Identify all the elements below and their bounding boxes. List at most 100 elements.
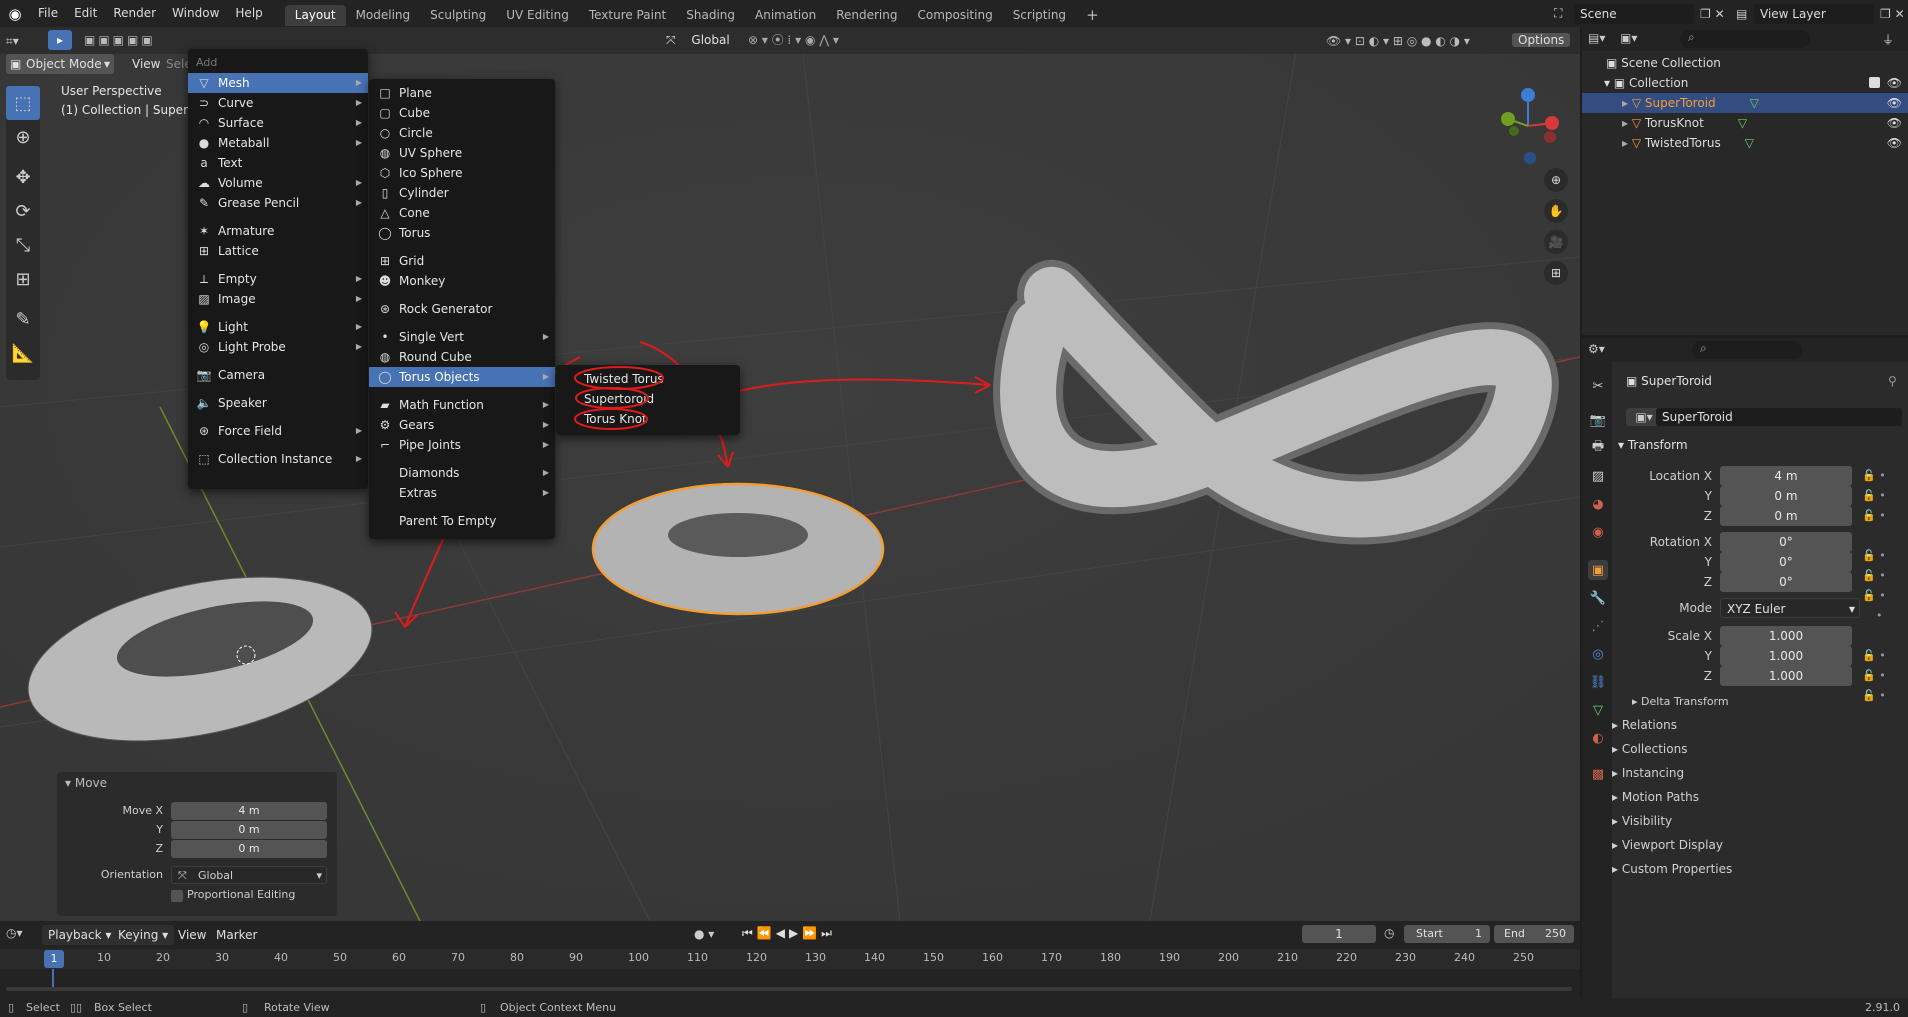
add-curve[interactable]: ⊃ Curve ▶ <box>188 93 368 113</box>
filter-icon[interactable]: ⏚ <box>1882 31 1894 48</box>
mesh-gears[interactable]: ⚙ Gears ▶ <box>369 415 555 435</box>
timeline-view-menu[interactable]: View <box>172 925 212 945</box>
timeline-marker-menu[interactable]: Marker <box>210 925 263 945</box>
new-view-layer-icon[interactable]: ❐ ✕ <box>1874 7 1908 21</box>
new-scene-icon[interactable]: ❐ ✕ <box>1694 7 1728 21</box>
add-light[interactable]: 💡 Light ▶ <box>188 317 368 337</box>
tab-layout[interactable]: Layout <box>284 4 346 26</box>
mesh-pipe-joints[interactable]: ⌐ Pipe Joints ▶ <box>369 435 555 455</box>
properties-search-input[interactable]: ⌕ <box>1692 341 1802 359</box>
frame-ruler[interactable]: 1 10 20 30 40 50 60 70 80 90 100 110 120 130 140 150 16… <box>0 949 1580 969</box>
rotation-y-field[interactable]: 0° <box>1720 552 1852 572</box>
tab-sculpting[interactable]: Sculpting <box>420 5 496 26</box>
mesh-cube[interactable]: ▢ Cube <box>369 103 555 123</box>
move-x-field[interactable]: 4 m <box>171 802 327 820</box>
constraints-tab-icon[interactable]: ⛓ <box>1588 672 1608 692</box>
menu-help[interactable]: Help <box>227 0 270 27</box>
select-tool-icon[interactable]: ▸ <box>48 30 72 50</box>
material-tab-icon[interactable]: ◐ <box>1588 728 1608 748</box>
measure-icon[interactable]: 📐 <box>6 336 40 370</box>
view-layer-field[interactable]: View Layer <box>1754 3 1874 24</box>
add-collection-instance[interactable]: ⬚ Collection Instance ▶ <box>188 449 368 469</box>
section-relations[interactable]: ▸ Relations <box>1612 718 1677 732</box>
camera-view-icon[interactable]: 🎥 <box>1544 230 1568 254</box>
transform-orientation[interactable]: ⤧ Global <box>660 30 742 50</box>
add-grease-pencil[interactable]: ✎ Grease Pencil ▶ <box>188 193 368 213</box>
render-tab-icon[interactable]: 📷 <box>1588 410 1608 430</box>
section-collections[interactable]: ▸ Collections <box>1612 742 1687 756</box>
blender-logo-icon[interactable]: ◉ <box>0 5 30 23</box>
timeline-type-icon[interactable]: ◷▾ <box>6 926 23 940</box>
mesh-cone[interactable]: △ Cone <box>369 203 555 223</box>
scale-x-field[interactable]: 1.000 <box>1720 626 1852 646</box>
section-motion-paths[interactable]: ▸ Motion Paths <box>1612 790 1699 804</box>
scene-tab-icon[interactable]: ◕ <box>1588 494 1608 514</box>
menu-window[interactable]: Window <box>164 0 227 27</box>
location-y-field[interactable]: 0 m <box>1720 486 1852 506</box>
menu-file[interactable]: File <box>30 0 66 27</box>
add-metaball[interactable]: ● Metaball ▶ <box>188 133 368 153</box>
location-x-field[interactable]: 4 m <box>1720 466 1852 486</box>
tab-uv-editing[interactable]: UV Editing <box>496 5 579 26</box>
move-y-field[interactable]: 0 m <box>171 821 327 839</box>
start-frame-field[interactable]: Start 1 <box>1404 925 1490 943</box>
outliner-item-torusknot[interactable]: ▸ ▽ TorusKnot ▽ 👁 <box>1582 113 1908 133</box>
world-tab-icon[interactable]: ◉ <box>1588 522 1608 542</box>
move-icon[interactable]: ✥ <box>6 160 40 194</box>
overlay-shading-icons[interactable]: 👁 ▾ ⊡ ◐ ▾ ⊞ ◎ ● ◐ ◑ ▾ <box>1326 31 1506 51</box>
editor-type-icon[interactable]: ⌗▾ <box>6 31 42 51</box>
mode-dropdown[interactable]: ▣ Object Mode ▾ <box>6 54 114 74</box>
view-layer-tab-icon[interactable]: ▨ <box>1588 466 1608 486</box>
collection-row[interactable]: ▾ ▣ Collection 👁 <box>1582 73 1908 93</box>
mesh-cylinder[interactable]: ▯ Cylinder <box>369 183 555 203</box>
proportional-checkbox[interactable] <box>171 890 183 902</box>
delta-transform-panel[interactable]: ▸ Delta Transform <box>1632 695 1729 708</box>
tab-modeling[interactable]: Modeling <box>346 5 421 26</box>
mesh-torus-objects[interactable]: ◯ Torus Objects ▶ <box>369 367 555 387</box>
playback-menu[interactable]: Playback ▾ <box>42 925 118 945</box>
add-armature[interactable]: ✶ Armature <box>188 221 368 241</box>
rotation-z-field[interactable]: 0° <box>1720 572 1852 592</box>
location-z-field[interactable]: 0 m <box>1720 506 1852 526</box>
add-surface[interactable]: ◠ Surface ▶ <box>188 113 368 133</box>
record-icon[interactable]: ● ▾ <box>694 927 714 941</box>
add-lattice[interactable]: ⊞ Lattice <box>188 241 368 261</box>
mesh-torus[interactable]: ◯ Torus <box>369 223 555 243</box>
outliner-item-twistedtorus[interactable]: ▸ ▽ TwistedTorus ▽ 👁 <box>1582 133 1908 153</box>
add-force-field[interactable]: ⊛ Force Field ▶ <box>188 421 368 441</box>
move-z-field[interactable]: 0 m <box>171 840 327 858</box>
rotation-x-field[interactable]: 0° <box>1720 532 1852 552</box>
add-mesh[interactable]: ▽ Mesh ▶ <box>188 73 368 93</box>
pan-hand-icon[interactable]: ✋ <box>1544 199 1568 223</box>
tab-animation[interactable]: Animation <box>745 5 826 26</box>
tab-shading[interactable]: Shading <box>676 5 745 26</box>
mesh-extras[interactable]: Extras ▶ <box>369 483 555 503</box>
output-tab-icon[interactable]: 🖶 <box>1588 438 1608 458</box>
ortho-grid-icon[interactable]: ⊞ <box>1544 261 1568 285</box>
tab-rendering[interactable]: Rendering <box>826 5 907 26</box>
mesh-parent-to-empty[interactable]: Parent To Empty <box>369 511 555 531</box>
add-workspace-icon[interactable]: + <box>1076 5 1109 26</box>
playhead[interactable]: 1 <box>44 950 64 968</box>
mesh-math-function[interactable]: ▰ Math Function ▶ <box>369 395 555 415</box>
texture-tab-icon[interactable]: ▩ <box>1588 764 1608 784</box>
add-text[interactable]: a Text <box>188 153 368 173</box>
mesh-plane[interactable]: □ Plane <box>369 83 555 103</box>
section-instancing[interactable]: ▸ Instancing <box>1612 766 1684 780</box>
mesh-grid[interactable]: ⊞ Grid <box>369 251 555 271</box>
select-mode-icons[interactable]: ▣▣▣▣▣ <box>84 30 176 50</box>
mesh-rock-generator[interactable]: ⊛ Rock Generator <box>369 299 555 319</box>
scene-collection-row[interactable]: ▣ Scene Collection <box>1582 53 1908 73</box>
section-visibility[interactable]: ▸ Visibility <box>1612 814 1672 828</box>
add-camera[interactable]: 📷 Camera <box>188 365 368 385</box>
add-empty[interactable]: ⟂ Empty ▶ <box>188 269 368 289</box>
rotation-mode-dropdown[interactable]: XYZ Euler ▾ <box>1720 598 1860 618</box>
timeline-scrollbar[interactable] <box>6 987 1572 991</box>
rotate-icon[interactable]: ⟳ <box>6 194 40 228</box>
end-frame-field[interactable]: End 250 <box>1494 925 1574 943</box>
section-custom-properties[interactable]: ▸ Custom Properties <box>1612 862 1732 876</box>
mesh-diamonds[interactable]: Diamonds ▶ <box>369 463 555 483</box>
mesh-single-vert[interactable]: • Single Vert ▶ <box>369 327 555 347</box>
playback-controls-icons[interactable]: ⏮⏪◀▶⏩⏭ <box>742 926 836 941</box>
move-panel-title[interactable]: ▾ Move <box>65 776 107 790</box>
